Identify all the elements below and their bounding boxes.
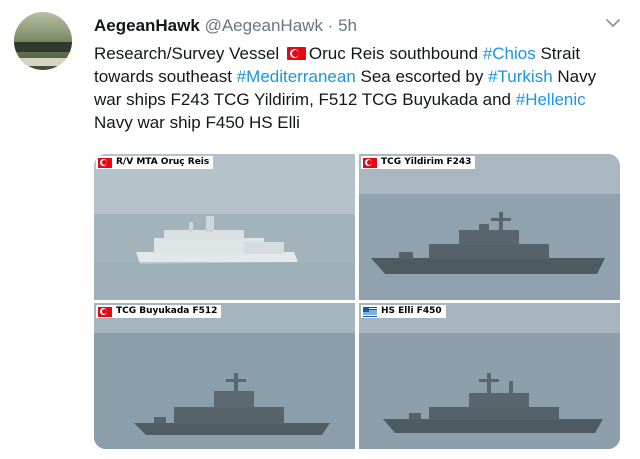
photo-buyukada[interactable]: TCG Buyukada F512	[94, 303, 355, 449]
text-part: Sea escorted by	[355, 67, 489, 86]
hashtag-hellenic[interactable]: #Hellenic	[516, 90, 586, 109]
turkey-flag-icon	[98, 306, 112, 317]
hashtag-turkish[interactable]: #Turkish	[488, 67, 553, 86]
photo-grid: R/V MTA Oruç Reis TCG Yildirim F243 TCG …	[94, 154, 620, 449]
photo-oruc-reis[interactable]: R/V MTA Oruç Reis	[94, 154, 355, 300]
text-part: Oruc Reis southbound	[308, 44, 483, 63]
caption-text: HS Elli F450	[381, 306, 442, 316]
text-part: Navy war ship F450 HS Elli	[94, 113, 300, 132]
photo-elli[interactable]: HS Elli F450	[359, 303, 620, 449]
hashtag-mediterranean[interactable]: #Mediterranean	[237, 67, 356, 86]
greek-frigate-image	[359, 303, 620, 449]
avatar-plate	[20, 58, 66, 66]
greece-flag-icon	[363, 306, 377, 317]
caption-text: TCG Yildirim F243	[381, 157, 472, 167]
hashtag-chios[interactable]: #Chios	[483, 44, 536, 63]
turkey-flag-icon	[98, 157, 112, 168]
chevron-down-icon[interactable]	[604, 14, 622, 32]
turkey-flag-icon	[286, 47, 306, 60]
turkey-flag-icon	[363, 157, 377, 168]
avatar[interactable]	[14, 12, 72, 70]
user-handle[interactable]: @AegeanHawk	[205, 16, 323, 35]
corvette-image	[94, 303, 355, 449]
photo-caption: TCG Yildirim F243	[361, 156, 476, 169]
photo-yildirim[interactable]: TCG Yildirim F243	[359, 154, 620, 300]
photo-caption: HS Elli F450	[361, 305, 446, 318]
frigate-image	[359, 154, 620, 300]
timestamp[interactable]: 5h	[338, 16, 357, 35]
tweet-text: Research/Survey Vessel Oruc Reis southbo…	[94, 42, 614, 134]
avatar-stripe	[14, 42, 72, 52]
survey-vessel-image	[94, 154, 355, 300]
tweet-header: AegeanHawk @AegeanHawk · 5h	[94, 16, 357, 36]
photo-caption: R/V MTA Oruç Reis	[96, 156, 214, 169]
text-part: Research/Survey Vessel	[94, 44, 284, 63]
tweet: AegeanHawk @AegeanHawk · 5h Research/Sur…	[0, 0, 640, 459]
caption-text: TCG Buyukada F512	[116, 306, 218, 316]
display-name[interactable]: AegeanHawk	[94, 16, 200, 35]
photo-caption: TCG Buyukada F512	[96, 305, 222, 318]
caption-text: R/V MTA Oruç Reis	[116, 157, 210, 167]
separator-dot: ·	[327, 16, 334, 35]
